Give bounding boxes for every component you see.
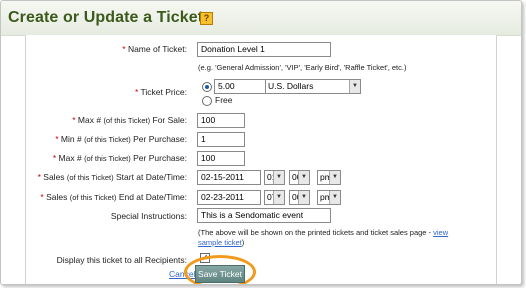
sales-start-label: * Sales (of this Ticket) Start at Date/T… bbox=[37, 172, 187, 182]
ticket-form-window: Create or Update a Ticket › ? * Name of … bbox=[0, 0, 522, 285]
help-icon[interactable]: ? bbox=[200, 12, 213, 25]
sales-end-ampm-select[interactable]: pm ▼ bbox=[317, 190, 341, 205]
chevron-down-icon: ▼ bbox=[273, 191, 284, 204]
chevron-down-icon: ▼ bbox=[298, 171, 309, 184]
sales-start-date-input[interactable]: 02-15-2011 bbox=[197, 170, 261, 185]
max-per-purchase-label: * Max # (of this Ticket) Per Purchase: bbox=[52, 153, 187, 163]
max-for-sale-label: * Max # (of this Ticket) For Sale: bbox=[72, 115, 187, 125]
min-per-purchase-label: * Min # (of this Ticket) Per Purchase: bbox=[55, 134, 187, 144]
name-hint: (e.g. 'General Admission', 'VIP', 'Early… bbox=[198, 63, 407, 72]
price-radio[interactable] bbox=[202, 82, 212, 92]
currency-select[interactable]: U.S. Dollars ▼ bbox=[265, 79, 361, 94]
price-input[interactable]: 5.00 bbox=[214, 79, 266, 94]
sales-start-minute-select[interactable]: 00 ▼ bbox=[289, 170, 310, 185]
special-instructions-hint: (The above will be shown on the printed … bbox=[198, 228, 449, 237]
sales-end-hour-select[interactable]: 07 ▼ bbox=[264, 190, 285, 205]
special-instructions-label: Special Instructions: bbox=[110, 211, 187, 221]
sales-end-date-input[interactable]: 02-23-2011 bbox=[197, 190, 261, 205]
save-ticket-button[interactable]: Save Ticket bbox=[195, 265, 245, 283]
chevron-down-icon: ▼ bbox=[329, 191, 340, 204]
sales-start-hour-select[interactable]: 01 ▼ bbox=[264, 170, 285, 185]
page-header: Create or Update a Ticket › ? bbox=[1, 1, 521, 36]
page-title: Create or Update a Ticket › bbox=[8, 9, 214, 26]
chevron-down-icon: ▼ bbox=[349, 80, 360, 93]
name-label: * Name of Ticket: bbox=[122, 44, 187, 54]
currency-value: U.S. Dollars bbox=[268, 81, 314, 91]
chevron-down-icon: ▼ bbox=[329, 171, 340, 184]
min-per-purchase-input[interactable]: 1 bbox=[197, 132, 245, 147]
chevron-down-icon: ▼ bbox=[298, 191, 309, 204]
special-instructions-hint-line2: sample ticket) bbox=[198, 238, 245, 247]
max-per-purchase-input[interactable]: 100 bbox=[197, 151, 245, 166]
view-link[interactable]: view bbox=[433, 228, 448, 237]
special-instructions-input[interactable]: This is a Sendomatic event bbox=[197, 208, 331, 223]
max-for-sale-input[interactable]: 100 bbox=[197, 113, 245, 128]
sample-ticket-link[interactable]: sample ticket bbox=[198, 238, 242, 247]
ticket-name-input[interactable]: Donation Level 1 bbox=[197, 42, 331, 57]
free-radio[interactable] bbox=[202, 96, 212, 106]
sales-start-ampm-select[interactable]: pm ▼ bbox=[317, 170, 341, 185]
display-all-label: Display this ticket to all Recipients: bbox=[56, 255, 187, 265]
sales-end-label: * Sales (of this Ticket) End at Date/Tim… bbox=[40, 192, 187, 202]
price-label: * Ticket Price: bbox=[135, 87, 187, 97]
chevron-down-icon: ▼ bbox=[273, 171, 284, 184]
free-label: Free bbox=[215, 95, 233, 105]
sales-end-minute-select[interactable]: 00 ▼ bbox=[289, 190, 310, 205]
